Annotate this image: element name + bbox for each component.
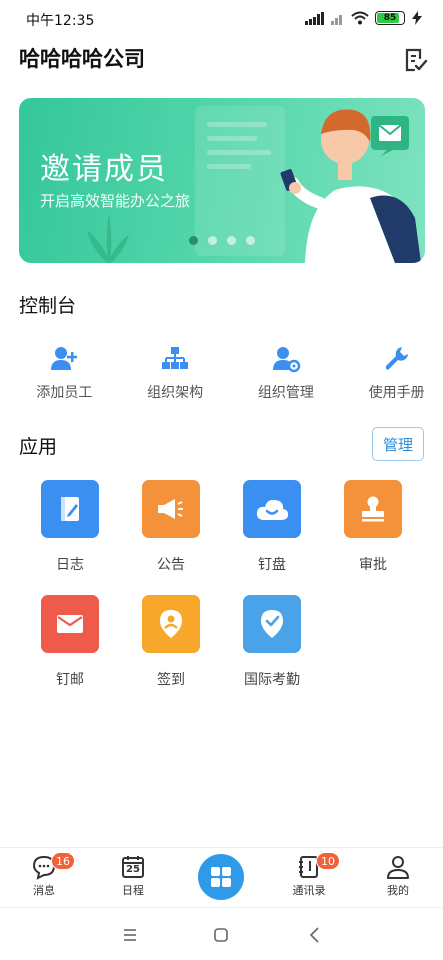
app-icon-bg xyxy=(142,595,200,653)
console-user-manual[interactable]: 使用手册 xyxy=(350,344,443,402)
company-title[interactable]: 哈哈哈哈公司 xyxy=(19,42,145,76)
menu-icon[interactable] xyxy=(119,924,141,946)
app-icon-bg xyxy=(41,595,99,653)
banner-subtitle: 开启高效智能办公之旅 xyxy=(40,192,191,210)
app-intl-attendance[interactable]: 国际考勤 xyxy=(222,595,322,689)
app-approval[interactable]: 审批 xyxy=(323,480,423,574)
charging-icon xyxy=(412,11,422,25)
console-label: 组织架构 xyxy=(147,385,204,401)
org-chart-icon xyxy=(162,347,189,369)
app-journal[interactable]: 日志 xyxy=(20,480,120,574)
console-title: 控制台 xyxy=(19,295,77,317)
console-org-management[interactable]: 组织管理 xyxy=(240,344,333,402)
app-label: 公告 xyxy=(157,557,185,573)
nav-label: 我的 xyxy=(387,884,409,897)
status-icons: 85 xyxy=(305,11,423,25)
back-icon[interactable] xyxy=(304,924,326,946)
app-icon-bg xyxy=(344,480,402,538)
manage-button[interactable]: 管理 xyxy=(372,427,424,461)
console-add-employee[interactable]: 添加员工 xyxy=(18,344,111,402)
home-icon[interactable] xyxy=(210,924,232,946)
calendar-day: 25 xyxy=(126,864,140,875)
nav-workbench[interactable] xyxy=(198,854,244,900)
app-icon-bg xyxy=(142,480,200,538)
checklist-edit-icon[interactable] xyxy=(401,46,429,74)
apps-title: 应用 xyxy=(19,436,58,458)
app-icon-bg xyxy=(243,595,301,653)
nav-label: 通讯录 xyxy=(292,884,326,897)
app-announcement[interactable]: 公告 xyxy=(121,480,221,574)
signal-icon xyxy=(305,11,324,25)
app-label: 国际考勤 xyxy=(244,672,300,688)
carousel-dots[interactable] xyxy=(189,236,255,245)
nav-label: 消息 xyxy=(33,884,55,897)
console-label: 添加员工 xyxy=(36,385,93,401)
calendar-icon: 25 xyxy=(120,854,146,880)
battery-level: 85 xyxy=(383,13,397,23)
mail-icon xyxy=(57,615,83,633)
app-cloud-drive[interactable]: 钉盘 xyxy=(222,480,322,574)
app-label: 钉盘 xyxy=(258,557,286,573)
status-bar: 中午12:35 85 xyxy=(0,0,443,38)
app-check-in[interactable]: 签到 xyxy=(121,595,221,689)
app-label: 钉邮 xyxy=(56,672,84,688)
add-user-icon xyxy=(51,347,78,370)
app-mail[interactable]: 钉邮 xyxy=(20,595,120,689)
unread-badge: 16 xyxy=(51,852,75,870)
nav-label: 日程 xyxy=(122,884,144,897)
app-icon-bg xyxy=(41,480,99,538)
battery-icon: 85 xyxy=(375,11,405,25)
console-org-structure[interactable]: 组织架构 xyxy=(129,344,222,402)
user-settings-icon xyxy=(272,347,301,373)
megaphone-icon xyxy=(158,499,183,519)
person-icon xyxy=(387,856,409,879)
check-pin-icon xyxy=(261,610,283,638)
banner-title: 邀请成员 xyxy=(40,152,168,187)
notebook-icon xyxy=(61,497,79,521)
nav-me[interactable]: 我的 xyxy=(363,854,433,898)
console-row: 添加员工 组织架构 组织管理 使用手册 xyxy=(0,344,443,402)
wifi-icon xyxy=(351,11,369,25)
status-time: 中午12:35 xyxy=(26,13,95,29)
bottom-nav: 消息 16 25 日程 通讯录 10 我的 xyxy=(0,847,443,907)
app-label: 审批 xyxy=(359,557,387,573)
unread-badge: 10 xyxy=(316,852,340,870)
header: 哈哈哈哈公司 xyxy=(0,42,443,78)
carousel-dot-4[interactable] xyxy=(246,236,255,245)
carousel-dot-3[interactable] xyxy=(227,236,236,245)
signal-hd-icon xyxy=(331,14,342,25)
app-label: 签到 xyxy=(157,672,185,688)
app-icon-bg xyxy=(243,480,301,538)
invite-banner[interactable]: 邀请成员 开启高效智能办公之旅 xyxy=(19,98,425,263)
stamp-icon xyxy=(362,496,384,522)
wrench-icon xyxy=(385,347,408,370)
location-pin-icon xyxy=(160,610,182,638)
nav-messages[interactable]: 消息 16 xyxy=(9,852,79,898)
carousel-dot-1[interactable] xyxy=(189,236,198,245)
console-label: 使用手册 xyxy=(368,385,425,401)
system-nav-bar xyxy=(0,907,443,960)
carousel-dot-2[interactable] xyxy=(208,236,217,245)
plant-decoration xyxy=(87,213,129,263)
nav-schedule[interactable]: 25 日程 xyxy=(98,854,168,898)
cloud-icon xyxy=(256,499,289,520)
app-label: 日志 xyxy=(56,557,84,573)
console-label: 组织管理 xyxy=(257,385,314,401)
workbench-grid-icon xyxy=(211,867,231,887)
nav-contacts[interactable]: 通讯录 10 xyxy=(274,852,344,898)
